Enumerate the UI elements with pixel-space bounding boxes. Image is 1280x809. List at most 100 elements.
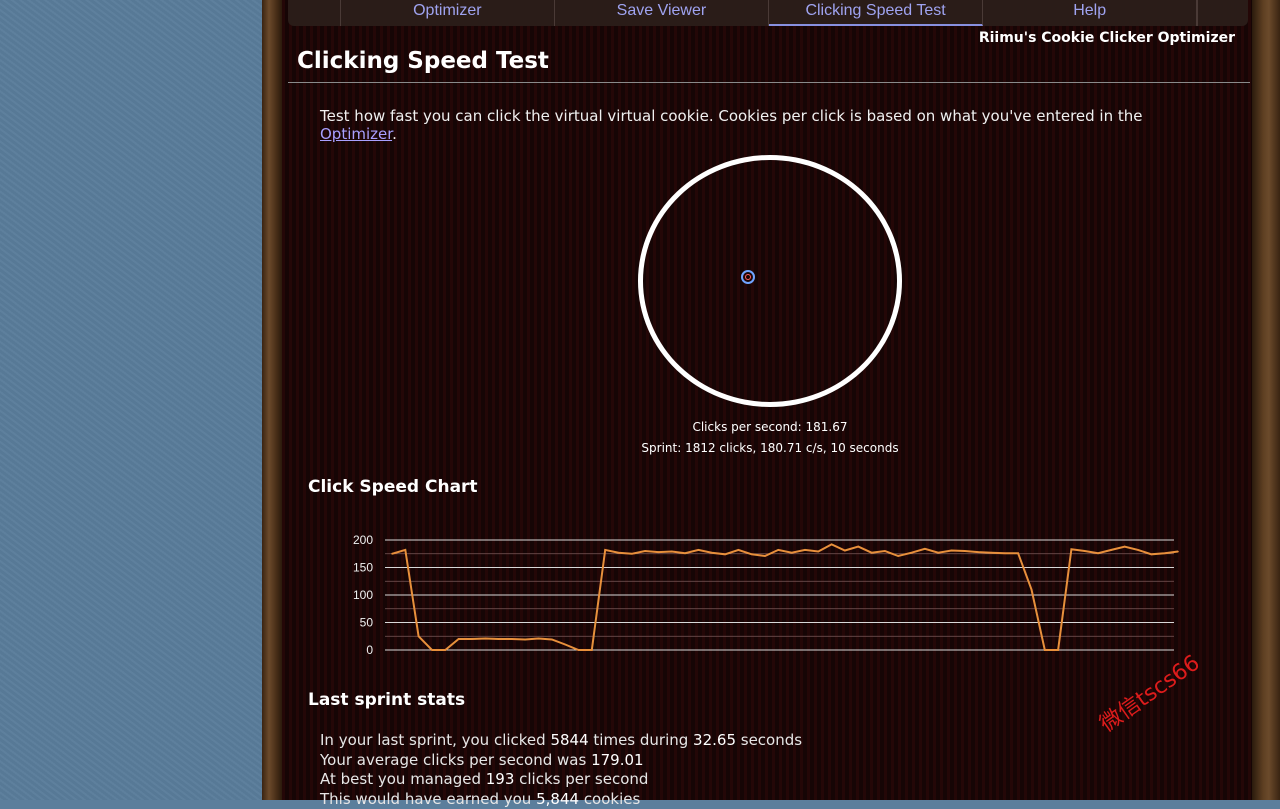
page-title: Clicking Speed Test <box>297 48 549 74</box>
wood-frame-left <box>262 0 282 800</box>
clicks-per-second-readout: Clicks per second: 181.67 <box>540 420 1000 434</box>
chart-point <box>498 638 500 640</box>
chart-point <box>724 554 726 556</box>
stats-text: times during <box>589 731 693 749</box>
chart-point <box>884 550 886 552</box>
chart-point <box>698 549 700 551</box>
chart-point <box>1124 546 1126 548</box>
stats-cookies-earned: 5,844 <box>536 790 579 808</box>
chart-point <box>1071 549 1073 551</box>
chart-point <box>964 550 966 552</box>
tab-optimizer[interactable]: Optimizer <box>341 0 555 26</box>
stats-line-earned: This would have earned you 5,844 cookies <box>320 790 802 809</box>
chart-point <box>431 649 433 651</box>
chart-point <box>405 549 407 551</box>
intro-tail: . <box>392 125 397 143</box>
chart-point <box>1137 549 1139 551</box>
chart-point <box>1017 552 1019 554</box>
nav-edge-left <box>288 0 341 26</box>
chart-point <box>844 550 846 552</box>
stats-text: seconds <box>736 731 802 749</box>
chart-y-tick-label: 150 <box>353 561 373 575</box>
chart-point <box>924 548 926 550</box>
chart-point <box>618 552 620 554</box>
chart-point <box>1004 552 1006 554</box>
stats-text: In your last sprint, you clicked <box>320 731 550 749</box>
chart-series-line <box>392 544 1178 650</box>
chart-point <box>511 638 513 640</box>
chart-y-tick-label: 100 <box>353 588 373 602</box>
tab-help[interactable]: Help <box>983 0 1197 26</box>
chart-point <box>897 555 899 557</box>
chart-y-tick-label: 50 <box>360 616 374 630</box>
tab-save-viewer[interactable]: Save Viewer <box>555 0 769 26</box>
chart-point <box>1044 649 1046 651</box>
optimizer-link[interactable]: Optimizer <box>320 125 392 143</box>
chart-point <box>791 552 793 554</box>
chart-point <box>578 649 580 651</box>
intro-text: Test how fast you can click the virtual … <box>320 107 1220 143</box>
chart-point <box>764 555 766 557</box>
chart-point <box>471 638 473 640</box>
chart-point <box>1031 589 1033 591</box>
chart-point <box>484 638 486 640</box>
stats-text: At best you managed <box>320 770 486 788</box>
chart-section-title: Click Speed Chart <box>308 477 478 497</box>
main-nav: Optimizer Save Viewer Clicking Speed Tes… <box>288 0 1248 26</box>
chart-point <box>538 638 540 640</box>
chart-point <box>591 649 593 651</box>
chart-point <box>991 552 993 554</box>
page-background <box>0 0 265 800</box>
chart-point <box>951 550 953 552</box>
chart-point <box>857 546 859 548</box>
chart-point <box>631 553 633 555</box>
chart-point <box>684 552 686 554</box>
chart-point <box>818 551 820 553</box>
stats-section-title: Last sprint stats <box>308 690 465 710</box>
chart-point <box>551 639 553 641</box>
stats-text: This would have earned you <box>320 790 536 808</box>
sprint-stats: In your last sprint, you clicked 5844 ti… <box>320 731 802 809</box>
chart-point <box>937 552 939 554</box>
chart-point <box>1057 649 1059 651</box>
chart-point <box>778 549 780 551</box>
stats-text: cookies <box>579 790 640 808</box>
chart-point <box>458 638 460 640</box>
chart-point <box>391 553 393 555</box>
stats-total-clicks: 5844 <box>550 731 588 749</box>
intro-body: Test how fast you can click the virtual … <box>320 107 1143 125</box>
site-brand: Riimu's Cookie Clicker Optimizer <box>979 30 1235 46</box>
cursor-target-icon <box>741 270 755 284</box>
chart-point <box>1084 550 1086 552</box>
chart-point <box>524 639 526 641</box>
click-speed-chart: 050100150200 <box>340 528 1180 658</box>
stats-best-cps: 193 <box>486 770 515 788</box>
chart-point <box>751 554 753 556</box>
chart-point <box>444 649 446 651</box>
stats-line-clicks: In your last sprint, you clicked 5844 ti… <box>320 731 802 751</box>
stats-text: Your average clicks per second was <box>320 751 591 769</box>
tab-clicking-speed-test[interactable]: Clicking Speed Test <box>769 0 983 26</box>
chart-point <box>977 551 979 553</box>
chart-point <box>911 552 913 554</box>
chart-point <box>1111 549 1113 551</box>
chart-point <box>1164 552 1166 554</box>
wood-frame-right <box>1252 0 1280 800</box>
stats-average-cps: 179.01 <box>591 751 644 769</box>
title-divider <box>288 82 1250 83</box>
stats-line-best: At best you managed 193 clicks per secon… <box>320 770 802 790</box>
stats-text: clicks per second <box>514 770 648 788</box>
chart-point <box>1097 552 1099 554</box>
chart-point <box>1151 554 1153 556</box>
chart-point <box>804 549 806 551</box>
chart-point <box>871 552 873 554</box>
chart-point <box>671 551 673 553</box>
stats-line-average: Your average clicks per second was 179.0… <box>320 751 802 771</box>
chart-point <box>564 644 566 646</box>
virtual-cookie-click-area[interactable] <box>638 155 902 407</box>
chart-point <box>831 544 833 546</box>
chart-point <box>418 635 420 637</box>
chart-point <box>1177 551 1179 553</box>
chart-point <box>658 551 660 553</box>
chart-point <box>711 552 713 554</box>
